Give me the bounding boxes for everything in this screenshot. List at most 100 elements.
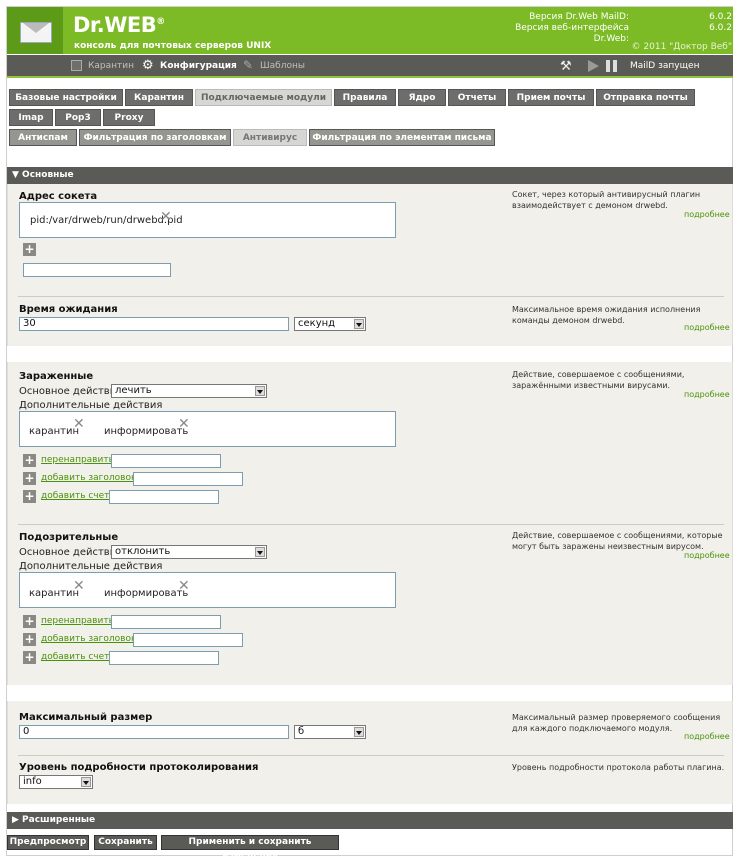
divider — [18, 755, 724, 756]
add-score-link[interactable]: добавить счет — [41, 491, 109, 501]
tag-quarantine: карантин — [29, 588, 80, 599]
redirect-input[interactable] — [111, 454, 221, 468]
panel-actions: Зараженные Основное действие лечить Допо… — [7, 362, 733, 685]
remove-socket-icon[interactable]: ✕ — [160, 210, 172, 224]
socket-more-link[interactable]: подробнее — [684, 210, 730, 219]
maxsize-desc: Максимальный размер проверяемого сообщен… — [512, 713, 721, 733]
redirect-link[interactable]: перенаправить — [41, 455, 114, 465]
remove-inform-icon[interactable]: ✕ — [178, 579, 190, 593]
divider — [18, 296, 724, 297]
remove-quarantine-icon[interactable]: ✕ — [73, 579, 85, 593]
loglevel-select[interactable]: info — [19, 775, 93, 789]
tag-quarantine: карантин — [29, 426, 80, 437]
timeout-input[interactable]: 30 — [19, 317, 289, 331]
menu-quarantine[interactable]: Карантин — [88, 61, 134, 71]
infected-main-select[interactable]: лечить — [111, 384, 267, 398]
pause-icon[interactable] — [606, 60, 617, 72]
quarantine-icon — [71, 60, 82, 71]
section-advanced-header[interactable]: ▶ Расширенные — [7, 812, 733, 829]
subtab-antispam[interactable]: Антиспам — [9, 129, 77, 146]
tab-pop3[interactable]: Pop3 — [55, 109, 101, 126]
tab-reports[interactable]: Отчеты — [448, 89, 506, 106]
tab-rules[interactable]: Правила — [334, 89, 396, 106]
subtab-headers[interactable]: Фильтрация по заголовкам — [79, 129, 231, 146]
infected-label: Зараженные — [19, 371, 94, 382]
tab-modules[interactable]: Подключаемые модули — [195, 89, 332, 106]
brand-tagline: консоль для почтовых серверов UNIX — [74, 41, 272, 51]
preview-button[interactable]: Предпросмотр — [7, 835, 89, 850]
remove-quarantine-icon[interactable]: ✕ — [73, 417, 85, 431]
suspicious-desc: Действие, совершаемое с сообщениями, кот… — [512, 531, 723, 551]
logo-envelope-icon — [7, 7, 63, 54]
play-icon[interactable] — [588, 60, 599, 72]
add-header-input[interactable] — [133, 633, 243, 647]
add-score-icon[interactable]: + — [23, 651, 36, 664]
tab-proxy[interactable]: Proxy — [103, 109, 155, 126]
add-socket-icon[interactable]: + — [23, 243, 36, 256]
menu-templates[interactable]: Шаблоны — [260, 61, 305, 71]
template-icon: ✎ — [243, 58, 254, 72]
copyright: © 2011 "Доктор Веб" — [631, 42, 732, 52]
add-header-icon[interactable]: + — [23, 472, 36, 485]
remove-inform-icon[interactable]: ✕ — [178, 417, 190, 431]
version-values: 6.0.2 6.0.2 — [709, 12, 732, 33]
timeout-label: Время ожидания — [19, 304, 118, 315]
divider — [18, 524, 724, 525]
tab-imap[interactable]: Imap — [9, 109, 53, 126]
add-score-link[interactable]: добавить счет — [41, 652, 109, 662]
infected-more-link[interactable]: подробнее — [684, 390, 730, 399]
gear-icon: ⚙ — [142, 58, 154, 73]
tab-send[interactable]: Отправка почты — [596, 89, 695, 106]
tab-base[interactable]: Базовые настройки — [9, 89, 123, 106]
chevron-down-icon — [81, 777, 91, 787]
add-score-icon[interactable]: + — [23, 490, 36, 503]
maxsize-input[interactable]: 0 — [19, 725, 289, 739]
menu-config[interactable]: Конфигурация — [160, 61, 237, 71]
add-score-input[interactable] — [109, 651, 219, 665]
service-status: MailD запущен — [630, 61, 700, 71]
add-header-link[interactable]: добавить заголовок — [41, 473, 136, 483]
maxsize-unit-select[interactable]: б — [294, 725, 366, 739]
suspicious-extra-label: Дополнительные действия — [19, 561, 163, 572]
chevron-down-icon — [255, 386, 265, 396]
add-redirect-icon[interactable]: + — [23, 615, 36, 628]
maxsize-more-link[interactable]: подробнее — [684, 732, 730, 741]
save-button[interactable]: Сохранить — [94, 835, 157, 850]
suspicious-label: Подозрительные — [19, 532, 119, 543]
tools-icon[interactable]: ⚒ — [560, 59, 572, 74]
suspicious-extra-list: карантин ✕ информировать ✕ — [19, 572, 396, 608]
add-header-link[interactable]: добавить заголовок — [41, 634, 136, 644]
apply-save-button[interactable]: Применить и сохранить изменения — [161, 835, 339, 860]
chevron-down-icon — [354, 727, 364, 737]
redirect-input[interactable] — [111, 615, 221, 629]
suspicious-more-link[interactable]: подробнее — [684, 551, 730, 560]
redirect-link[interactable]: перенаправить — [41, 616, 114, 626]
loglevel-label: Уровень подробности протоколирования — [19, 762, 259, 773]
suspicious-main-select[interactable]: отклонить — [111, 545, 267, 559]
tab-quarantine[interactable]: Карантин — [125, 89, 193, 106]
timeout-more-link[interactable]: подробнее — [684, 323, 730, 332]
tab-receive[interactable]: Прием почты — [508, 89, 594, 106]
main-menu: Карантин ⚙ Конфигурация ✎ Шаблоны ⚒ Mail… — [7, 55, 733, 78]
subtab-antivirus[interactable]: Антивирус — [233, 129, 307, 146]
add-redirect-icon[interactable]: + — [23, 454, 36, 467]
subtab-elements[interactable]: Фильтрация по элементам письма — [309, 129, 495, 146]
socket-label: Адрес сокета — [19, 191, 98, 202]
tab-core[interactable]: Ядро — [398, 89, 446, 106]
chevron-down-icon — [255, 547, 265, 557]
timeout-unit-select[interactable]: секунд — [294, 317, 366, 331]
chevron-down-icon — [354, 319, 364, 329]
add-header-icon[interactable]: + — [23, 633, 36, 646]
loglevel-desc: Уровень подробности протокола работы пла… — [512, 763, 725, 772]
version-labels: Версия Dr.Web MailD: Версия веб-интерфейс… — [515, 12, 629, 44]
infected-extra-list: карантин ✕ информировать ✕ — [19, 411, 396, 447]
section-main-header[interactable]: ▼ Основные — [7, 167, 733, 184]
panel-size-log: Максимальный размер 0 б Максимальный раз… — [7, 701, 733, 804]
socket-desc: Сокет, через который антивирусный плагин… — [512, 190, 701, 210]
add-header-input[interactable] — [133, 472, 243, 486]
add-score-input[interactable] — [109, 490, 219, 504]
socket-list: pid:/var/drweb/run/drwebd.pid ✕ — [19, 202, 396, 238]
suspicious-main-label: Основное действие — [19, 547, 123, 558]
tag-inform: информировать — [104, 426, 189, 437]
socket-new-input[interactable] — [23, 263, 171, 277]
